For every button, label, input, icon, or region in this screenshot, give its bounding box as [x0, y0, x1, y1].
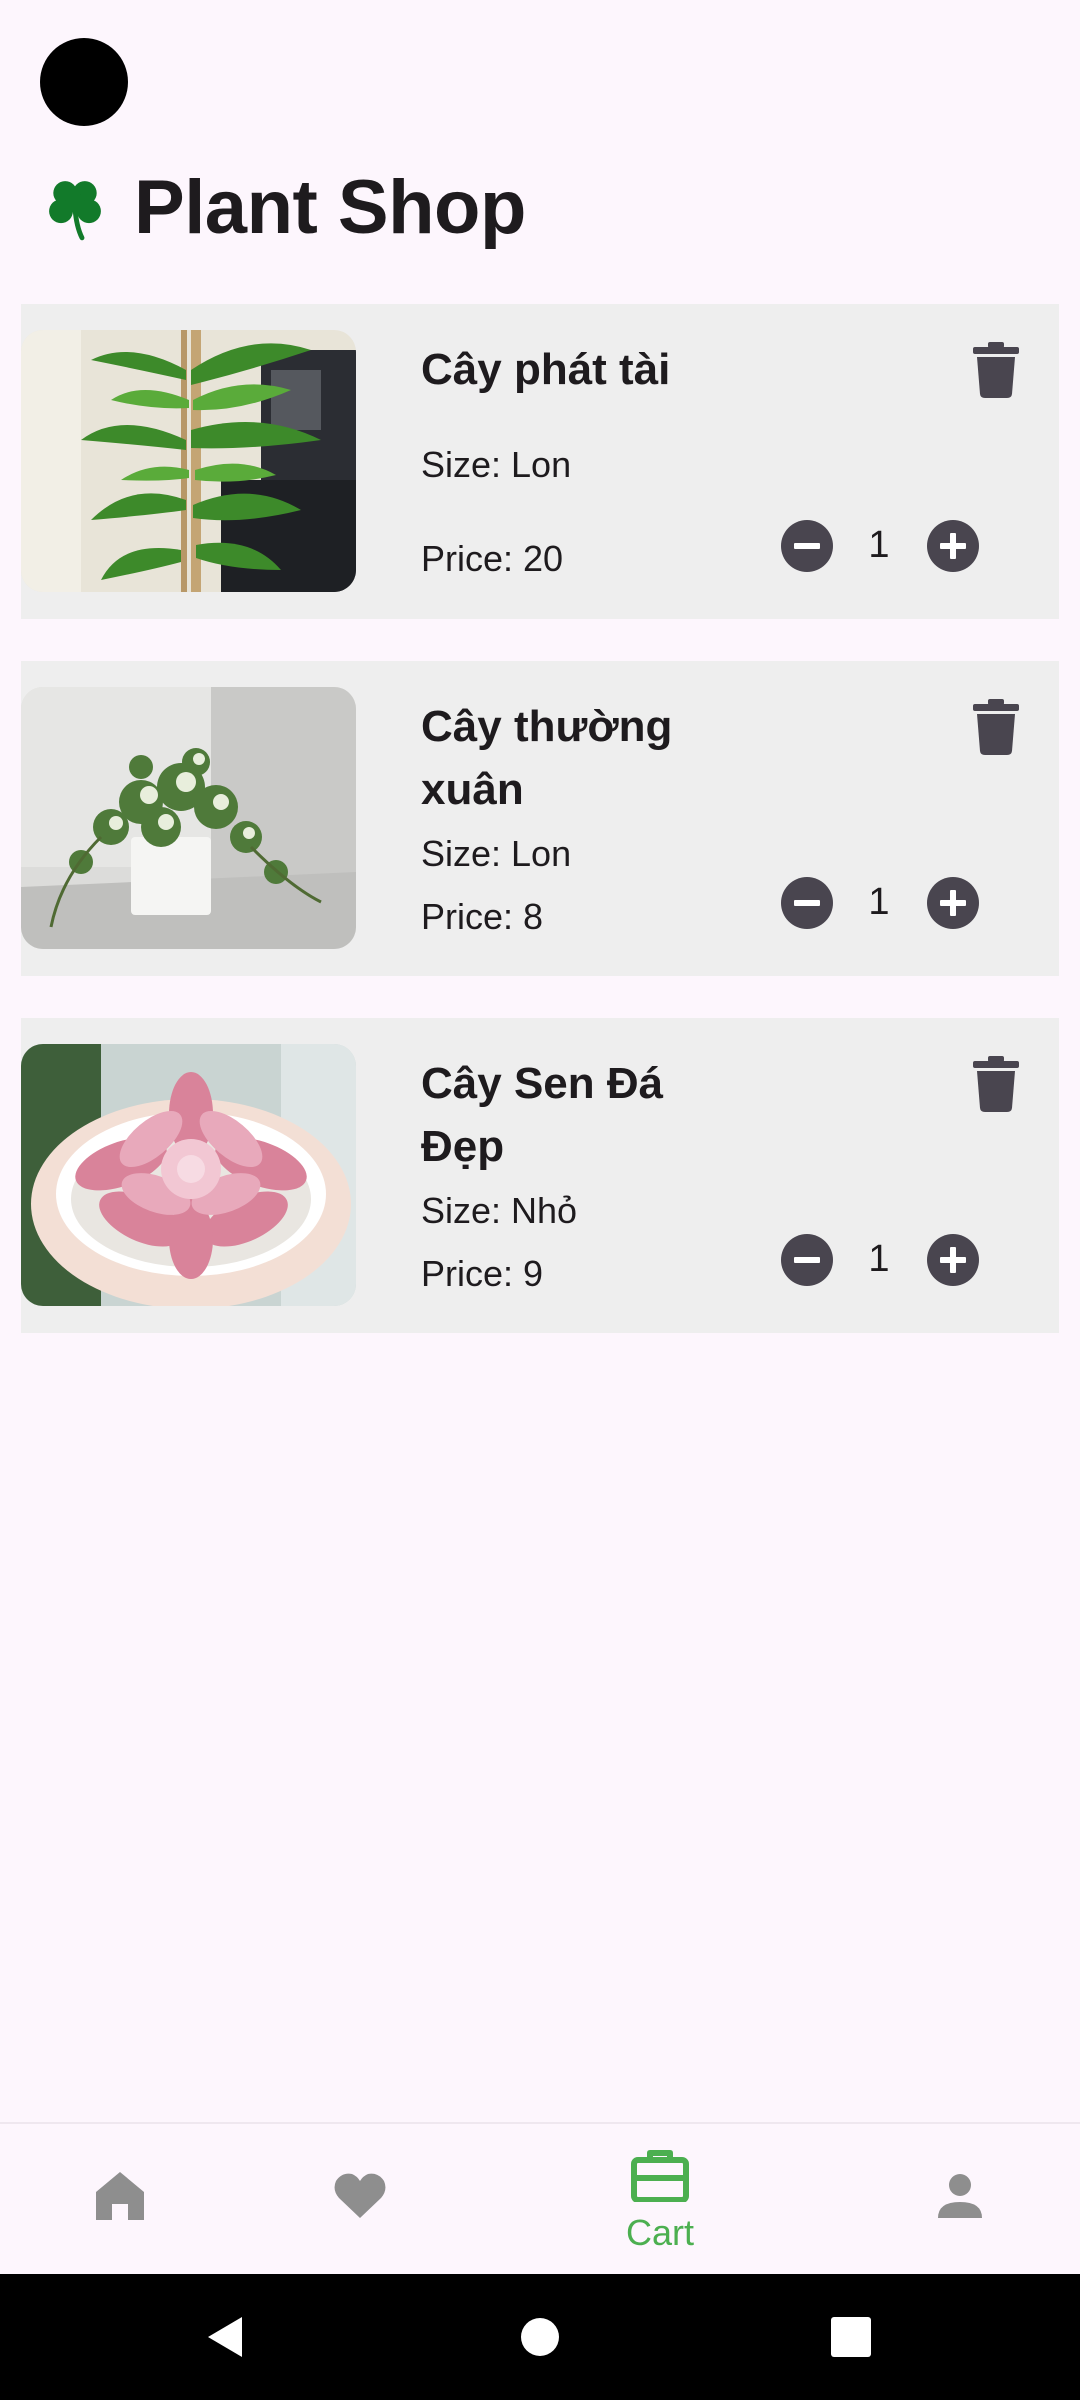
nav-item-cart[interactable]: Cart [600, 2124, 720, 2276]
cart-screen: 9:57 Plant Shop Cây phát tài Size: Lon P… [0, 0, 1080, 2400]
home-circle-icon [521, 2318, 559, 2356]
item-name: Cây phát tài [421, 345, 671, 394]
decrease-quantity-button[interactable] [781, 1234, 833, 1286]
item-size: Size: Lon [421, 444, 572, 485]
delete-item-button[interactable] [973, 1056, 1019, 1112]
nav-item-favorites[interactable] [310, 2124, 410, 2276]
bottom-navigation: Cart [0, 2122, 1080, 2274]
increase-quantity-button[interactable] [927, 520, 979, 572]
system-navigation-bar [0, 2274, 1080, 2400]
app-header: Plant Shop [0, 160, 1080, 270]
status-bar: 9:57 [0, 0, 1080, 140]
delete-item-button[interactable] [973, 342, 1019, 398]
item-info: Cây phát tài Size: Lon Price: 20 [421, 304, 751, 619]
decrease-quantity-button[interactable] [781, 877, 833, 929]
quantity-stepper: 1 [759, 518, 991, 574]
nav-item-profile[interactable] [910, 2124, 1010, 2276]
delete-item-button[interactable] [973, 699, 1019, 755]
recents-square-icon [831, 2317, 871, 2357]
plant-image-lucky-bamboo [21, 330, 356, 592]
minus-icon [794, 543, 820, 549]
item-name: Cây thường xuân [421, 702, 673, 814]
nav-item-home[interactable] [70, 2124, 170, 2276]
plant-image-ivy [21, 687, 356, 949]
cart-item[interactable]: Cây thường xuân Size: Lon Price: 8 1 [21, 661, 1059, 976]
quantity-stepper: 1 [759, 875, 991, 931]
person-icon [932, 2168, 988, 2224]
increase-quantity-button[interactable] [927, 877, 979, 929]
plus-icon [940, 533, 966, 559]
increase-quantity-button[interactable] [927, 1234, 979, 1286]
nav-label-cart: Cart [625, 2212, 694, 2253]
plus-icon [940, 1247, 966, 1273]
cart-item[interactable]: Cây Sen Đá Đẹp Size: Nhỏ Price: 9 1 [21, 1018, 1059, 1333]
item-size: Size: Lon [421, 833, 572, 874]
home-icon [92, 2168, 148, 2224]
camera-cutout [40, 38, 128, 126]
back-triangle-icon [208, 2317, 242, 2357]
trash-icon [973, 1056, 1019, 1112]
heart-icon [332, 2168, 388, 2224]
quantity-stepper: 1 [759, 1232, 991, 1288]
minus-icon [794, 1257, 820, 1263]
system-recents-button[interactable] [826, 2312, 876, 2362]
item-price: Price: 9 [421, 1253, 544, 1294]
quantity-value: 1 [868, 524, 890, 566]
plant-image-succulent [21, 1044, 356, 1306]
quantity-value: 1 [868, 881, 890, 923]
trash-icon [973, 699, 1019, 755]
plus-icon [940, 890, 966, 916]
item-size: Size: Nhỏ [421, 1190, 578, 1231]
briefcase-icon [630, 2146, 690, 2202]
item-name: Cây Sen Đá Đẹp [421, 1059, 664, 1171]
decrease-quantity-button[interactable] [781, 520, 833, 572]
status-time: 9:57 [158, 50, 225, 88]
quantity-value: 1 [868, 1238, 890, 1280]
cart-item[interactable]: Cây phát tài Size: Lon Price: 20 1 [21, 304, 1059, 619]
item-price: Price: 8 [421, 896, 544, 937]
page-title: Plant Shop [134, 165, 526, 250]
item-price: Price: 20 [421, 538, 564, 579]
trash-icon [973, 342, 1019, 398]
item-info: Cây Sen Đá Đẹp Size: Nhỏ Price: 9 [421, 1018, 751, 1333]
minus-icon [794, 900, 820, 906]
system-back-button[interactable] [200, 2312, 250, 2362]
battery-icon [1038, 52, 1056, 86]
system-home-button[interactable] [515, 2312, 565, 2362]
clover-icon [40, 172, 110, 242]
item-info: Cây thường xuân Size: Lon Price: 8 [421, 661, 751, 976]
